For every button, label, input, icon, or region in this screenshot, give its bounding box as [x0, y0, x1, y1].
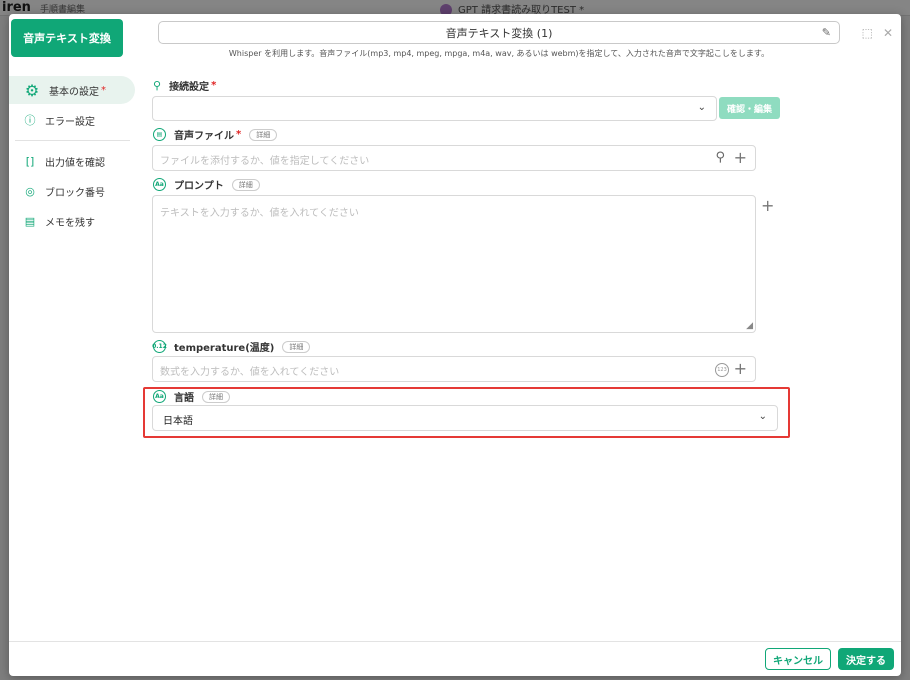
confirm-button[interactable]: 決定する: [838, 648, 894, 670]
select-region-icon[interactable]: ⬚: [862, 26, 873, 40]
settings-sidebar: ⚙ 基本の設定 * ⓘ エラー設定 [] 出力値を確認 ◎ ブロック番号 ▤ メ…: [9, 74, 139, 237]
prompt-label: Aa プロンプト 詳細: [153, 177, 260, 192]
temperature-input[interactable]: 数式を入力するか、値を入れてください 123 +: [152, 356, 756, 382]
temperature-label: 0.12 temperature(温度) 詳細: [152, 339, 311, 354]
temperature-detail-button[interactable]: 詳細: [282, 340, 311, 353]
block-settings-modal: 音声テキスト変換 音声テキスト変換 (1) ✎ Whisper を利用します。音…: [9, 14, 901, 676]
sidebar-item-label: ブロック番号: [45, 187, 105, 199]
sidebar-item-error-settings[interactable]: ⓘ エラー設定: [9, 106, 139, 134]
prompt-placeholder: テキストを入力するか、値を入れてください: [160, 208, 359, 219]
pencil-icon[interactable]: ✎: [822, 26, 831, 39]
required-mark: *: [211, 80, 217, 91]
sidebar-item-output-check[interactable]: [] 出力値を確認: [9, 147, 139, 175]
required-mark: *: [101, 84, 106, 96]
confirm-edit-button[interactable]: 確認・編集: [719, 97, 780, 119]
plus-icon[interactable]: +: [734, 150, 747, 166]
language-highlight-box: [143, 387, 790, 438]
prompt-detail-button[interactable]: 詳細: [231, 178, 260, 191]
audio-file-placeholder: ファイルを添付するか、値を指定してください: [160, 156, 370, 167]
temperature-placeholder: 数式を入力するか、値を入れてください: [160, 367, 340, 378]
sidebar-item-label: メモを残す: [45, 217, 95, 229]
audio-file-input[interactable]: ファイルを添付するか、値を指定してください ⚲ +: [152, 145, 756, 171]
block-title-value: 音声テキスト変換 (1): [445, 26, 553, 40]
file-icon: ▤: [153, 128, 166, 141]
block-title-input[interactable]: 音声テキスト変換 (1) ✎: [158, 21, 840, 44]
audio-file-detail-button[interactable]: 詳細: [249, 128, 278, 141]
prompt-plus-icon[interactable]: +: [761, 198, 774, 214]
audio-file-label-text: 音声ファイル: [174, 131, 234, 142]
footer-divider: [9, 641, 901, 642]
sidebar-item-block-number[interactable]: ◎ ブロック番号: [9, 177, 139, 205]
sidebar-item-label: エラー設定: [45, 116, 95, 128]
cancel-button[interactable]: キャンセル: [765, 648, 831, 670]
connection-label-text: 接続設定: [169, 82, 210, 93]
chevron-down-icon: ⌄: [697, 102, 706, 113]
calculator-icon[interactable]: 123: [715, 363, 729, 377]
sidebar-item-basic-settings[interactable]: ⚙ 基本の設定 *: [9, 76, 135, 104]
modal-top-icons: ⬚ ✕: [862, 26, 893, 40]
prompt-textarea[interactable]: テキストを入力するか、値を入れてください ◢: [152, 195, 756, 333]
info-icon: ⓘ: [24, 114, 36, 127]
block-name-badge: 音声テキスト変換: [11, 19, 123, 57]
temperature-label-text: temperature(温度): [174, 343, 275, 354]
plus-icon[interactable]: +: [734, 361, 747, 377]
required-mark: *: [236, 129, 242, 140]
text-value-icon: Aa: [153, 178, 166, 191]
paperclip-icon[interactable]: ⚲: [715, 150, 725, 165]
number-value-icon: 0.12: [152, 340, 167, 353]
sidebar-divider: [15, 140, 130, 141]
bracket-icon: []: [25, 154, 35, 168]
connection-label: ⚲ 接続設定 *: [153, 78, 216, 93]
audio-file-label: ▤ 音声ファイル * 詳細: [153, 127, 278, 142]
prompt-label-text: プロンプト: [174, 181, 224, 192]
number-icon: ◎: [25, 184, 35, 198]
sidebar-item-memo[interactable]: ▤ メモを残す: [9, 207, 139, 235]
plug-icon: ⚲: [153, 79, 162, 92]
resize-handle-icon[interactable]: ◢: [746, 321, 753, 331]
sidebar-item-label: 基本の設定: [49, 86, 99, 98]
block-description: Whisper を利用します。音声ファイル(mp3, mp4, mpeg, mp…: [228, 49, 770, 58]
connection-select[interactable]: ⌄: [152, 96, 717, 121]
close-icon[interactable]: ✕: [883, 26, 893, 40]
sidebar-item-label: 出力値を確認: [45, 157, 105, 169]
memo-icon: ▤: [24, 214, 36, 228]
gear-icon: ⚙: [24, 80, 40, 100]
